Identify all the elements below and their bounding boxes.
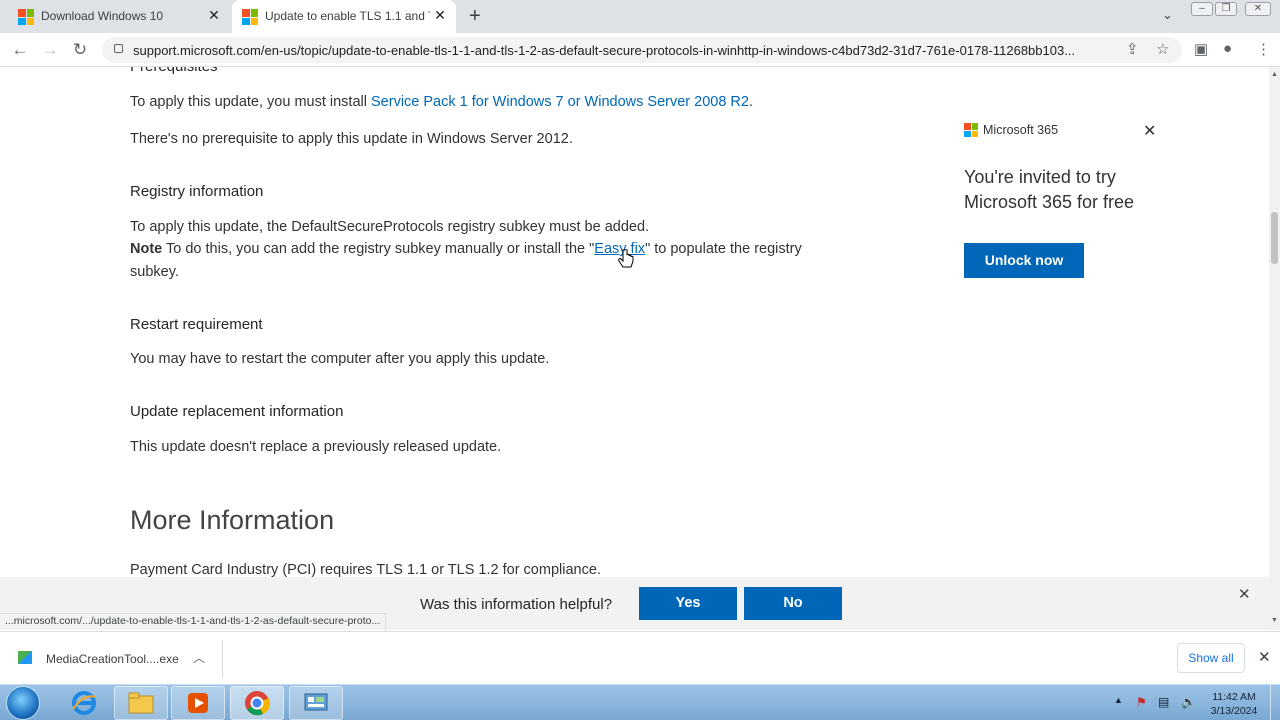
chevron-down-icon[interactable]: ⌄ [1162, 7, 1173, 23]
control-panel-icon[interactable] [289, 686, 343, 720]
status-bar-url: ...microsoft.com/.../update-to-enable-tl… [0, 613, 387, 630]
chevron-up-icon[interactable]: ︿ [193, 649, 205, 666]
menu-icon[interactable]: ⋮ [1256, 40, 1271, 58]
scrollbar[interactable]: ▲ ▼ [1269, 67, 1280, 630]
clock-time: 11:42 AM [1212, 691, 1256, 703]
share-icon[interactable]: ⇪ [1126, 40, 1139, 58]
clock-date: 3/13/2024 [1210, 705, 1258, 717]
installer-file-icon [18, 651, 32, 664]
microsoft-logo-icon [242, 9, 258, 25]
prereq-text-after: . [748, 94, 753, 110]
lock-icon[interactable] [114, 44, 123, 53]
prerequisites-text: To apply this update, you must install S… [130, 94, 753, 110]
tab-title: Update to enable TLS 1.1 and TLS [265, 9, 430, 23]
restart-text: You may have to restart the computer aft… [130, 351, 550, 367]
microsoft-365-brand: Microsoft 365 [964, 123, 1058, 137]
file-explorer-icon[interactable] [114, 686, 168, 720]
unlock-now-button[interactable]: Unlock now [964, 243, 1084, 278]
service-pack-link[interactable]: Service Pack 1 for Windows 7 or Windows … [371, 94, 749, 110]
url-text[interactable]: support.microsoft.com/en-us/topic/update… [133, 43, 1113, 58]
system-clock[interactable]: 11:42 AM 3/13/2024 [1204, 690, 1264, 718]
microsoft-logo-icon [18, 9, 34, 25]
profile-icon[interactable]: ● [1223, 40, 1232, 57]
tab-update-tls[interactable]: Update to enable TLS 1.1 and TLS ✕ [232, 0, 456, 33]
side-panel-icon[interactable]: ▣ [1194, 40, 1208, 58]
internet-explorer-icon[interactable] [57, 686, 111, 720]
brand-label: Microsoft 365 [983, 123, 1059, 137]
show-all-button[interactable]: Show all [1177, 643, 1245, 673]
registry-text: To apply this update, the DefaultSecureP… [130, 219, 650, 235]
taskbar: ▲ ⚑ ▤ 🔈 11:42 AM 3/13/2024 [0, 684, 1280, 721]
note-text: Note To do this, you can add the registr… [130, 241, 802, 257]
prereq-text-before: To apply this update, you must install [130, 94, 371, 110]
note-label: Note [130, 241, 163, 257]
show-desktop-button[interactable] [1270, 685, 1280, 721]
promo-text: You're invited to try Microsoft 365 for … [964, 167, 1135, 212]
yes-button[interactable]: Yes [639, 587, 737, 620]
forward-icon[interactable]: → [40, 40, 60, 60]
download-bar: MediaCreationTool....exe ︿ Show all ✕ [0, 631, 1280, 684]
close-tab-icon[interactable]: ✕ [432, 7, 448, 24]
address-toolbar: ← → ↻ support.microsoft.com/en-us/topic/… [0, 33, 1280, 67]
prerequisites-heading: Prerequisites [130, 67, 218, 75]
pci-text: Payment Card Industry (PCI) requires TLS… [130, 562, 601, 577]
replacement-heading: Update replacement information [130, 403, 344, 420]
more-information-heading: More Information [130, 505, 335, 535]
address-bar[interactable]: support.microsoft.com/en-us/topic/update… [102, 37, 1182, 63]
close-promo-icon[interactable]: ✕ [1143, 121, 1156, 141]
volume-icon[interactable]: 🔈 [1181, 695, 1196, 709]
feedback-question: Was this information helpful? [420, 596, 613, 613]
start-button[interactable] [6, 686, 40, 720]
hand-cursor-icon [618, 249, 634, 268]
close-feedback-icon[interactable]: ✕ [1238, 585, 1251, 603]
scroll-down-icon[interactable]: ▼ [1271, 617, 1278, 624]
no-button[interactable]: No [744, 587, 842, 620]
replacement-text: This update doesn't replace a previously… [130, 439, 502, 455]
prereq-2012-text: There's no prerequisite to apply this up… [130, 131, 573, 147]
tab-title: Download Windows 10 [41, 9, 164, 23]
back-icon[interactable]: ← [10, 40, 30, 60]
note-line-2: subkey. [130, 264, 179, 280]
note-after: " to populate the registry [645, 241, 802, 257]
close-downloads-icon[interactable]: ✕ [1258, 648, 1271, 666]
action-center-flag-icon[interactable]: ⚑ [1136, 695, 1147, 709]
download-file-name[interactable]: MediaCreationTool....exe [46, 652, 179, 666]
media-player-icon[interactable] [171, 686, 225, 720]
chrome-icon[interactable] [230, 686, 284, 720]
registry-heading: Registry information [130, 183, 264, 200]
reload-icon[interactable]: ↻ [70, 40, 90, 60]
divider [222, 640, 223, 678]
page-content: Prerequisites To apply this update, you … [0, 67, 1269, 577]
new-tab-icon[interactable]: + [469, 5, 481, 28]
tab-download-windows-10[interactable]: Download Windows 10 ✕ [8, 0, 230, 33]
tab-strip: Download Windows 10 ✕ Update to enable T… [0, 0, 1280, 33]
close-tab-icon[interactable]: ✕ [206, 7, 222, 24]
close-window-icon[interactable]: ✕ [1245, 2, 1271, 16]
scroll-up-icon[interactable]: ▲ [1271, 71, 1278, 78]
minimize-icon[interactable]: – [1191, 2, 1213, 16]
network-icon[interactable]: ▤ [1158, 695, 1169, 709]
note-before: To do this, you can add the registry sub… [162, 241, 595, 257]
maximize-icon[interactable]: ❐ [1215, 2, 1237, 16]
scroll-thumb[interactable] [1271, 212, 1278, 264]
bookmark-star-icon[interactable]: ☆ [1156, 40, 1169, 58]
show-hidden-icons-icon[interactable]: ▲ [1114, 695, 1123, 705]
restart-heading: Restart requirement [130, 316, 263, 333]
microsoft-logo-icon [964, 123, 978, 137]
